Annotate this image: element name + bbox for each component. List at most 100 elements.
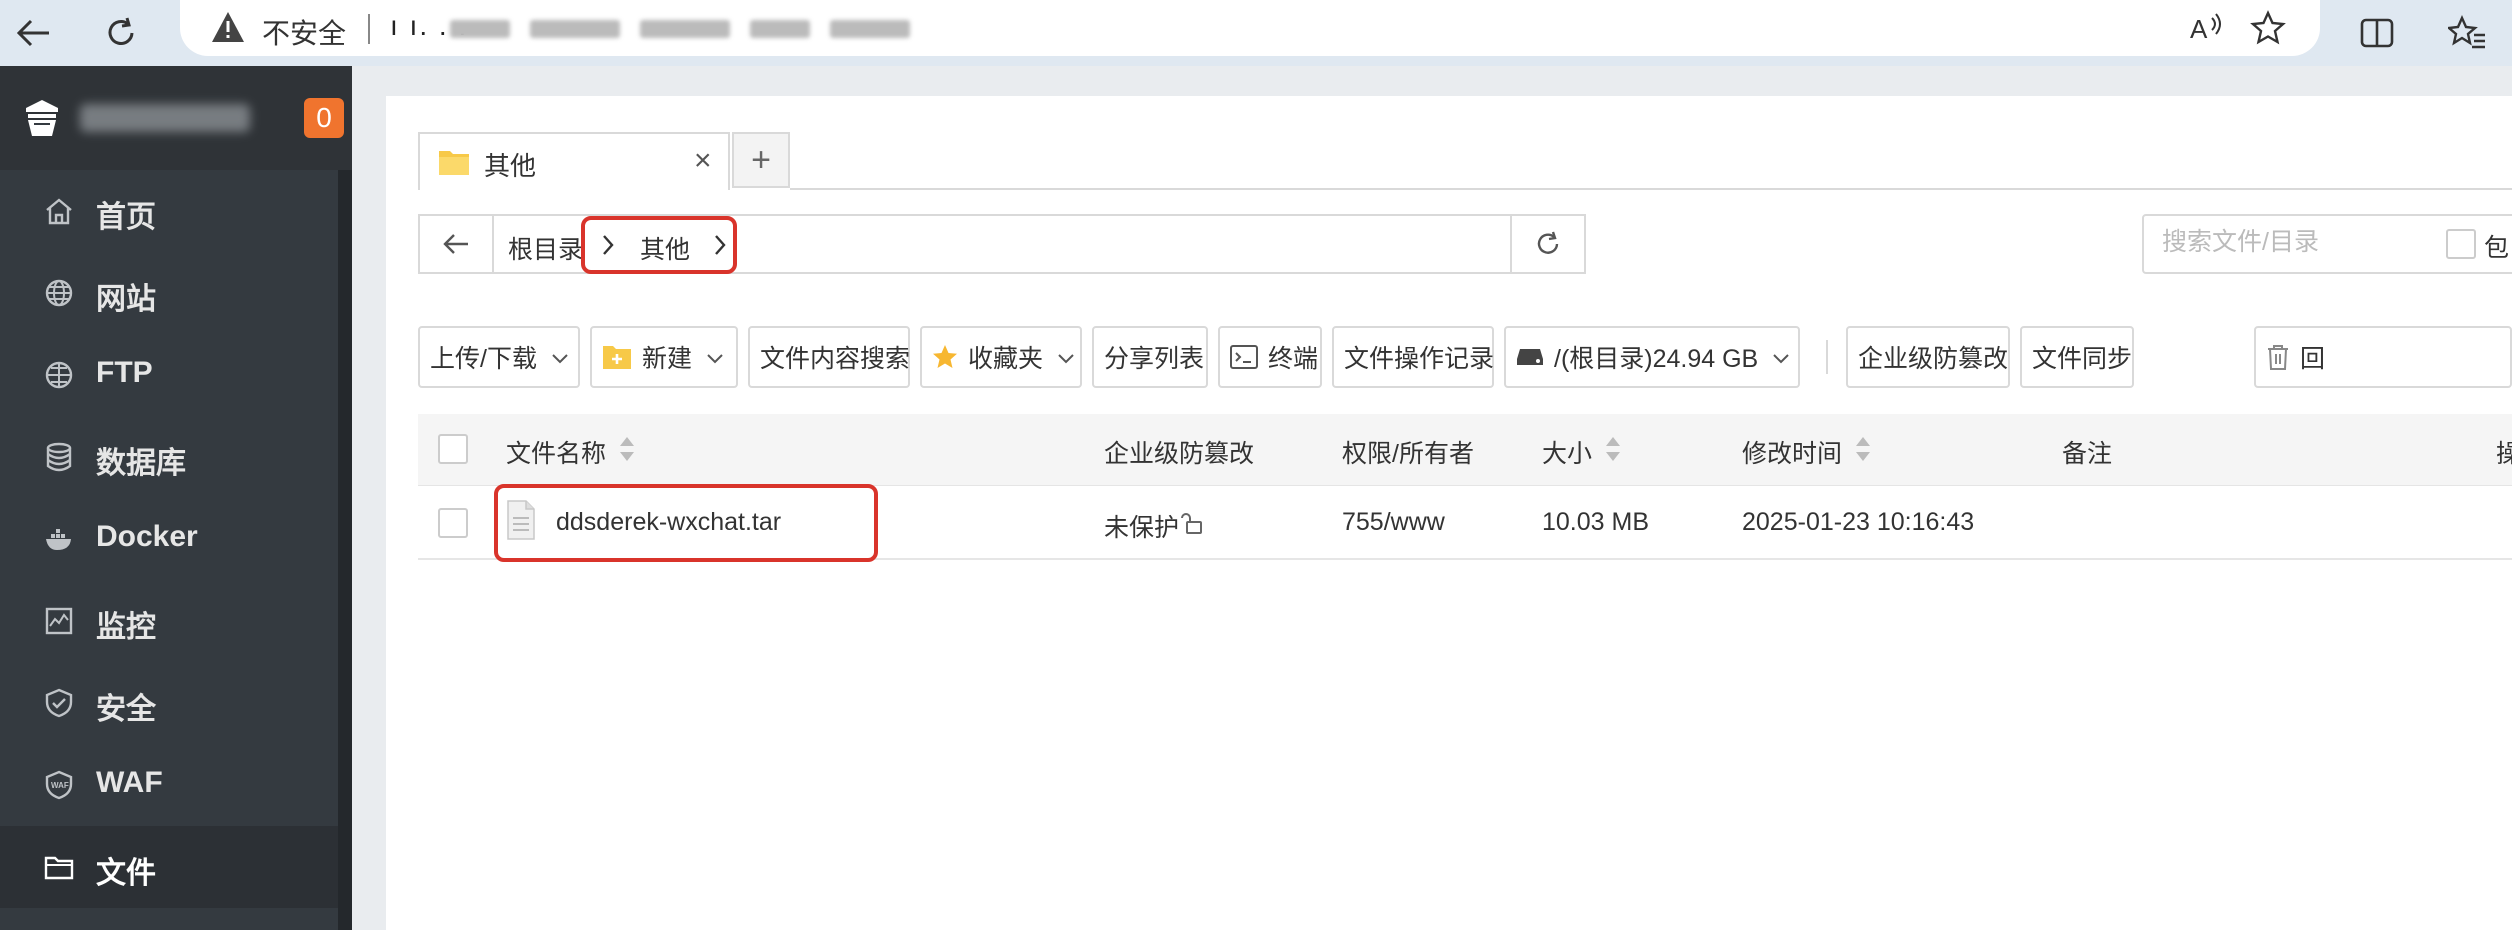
svg-text:WAF: WAF	[51, 781, 69, 790]
sidebar-item-waf[interactable]: WAF WAF	[0, 744, 338, 826]
search-input[interactable]	[2162, 228, 2462, 257]
header-label: 大小	[1542, 440, 1593, 468]
tab-label: 其他	[484, 151, 537, 181]
column-header-mtime[interactable]: 修改时间	[1742, 434, 1872, 470]
sort-icon[interactable]	[1604, 435, 1622, 470]
button-label: 终端	[1268, 345, 1319, 373]
url-redacted	[750, 20, 810, 38]
waf-icon: WAF	[44, 770, 74, 800]
path-highlight-annotation	[581, 216, 737, 274]
tab-divider	[790, 188, 2512, 190]
tamper-status-label: 未保护	[1104, 514, 1180, 542]
share-list-button[interactable]: 分享列表	[1092, 326, 1208, 388]
sidebar-item-docker[interactable]: Docker	[0, 498, 338, 580]
sidebar-item-label: 安全	[96, 693, 156, 726]
favorites-button[interactable]: 收藏夹	[920, 326, 1082, 388]
path-back-button[interactable]	[420, 216, 494, 272]
url-redacted	[450, 20, 510, 38]
tamper-status[interactable]: 未保护	[1104, 508, 1205, 544]
tamper-protect-button[interactable]: 企业级防篡改	[1846, 326, 2010, 388]
new-folder-icon	[602, 344, 632, 370]
sidebar-item-security[interactable]: 安全	[0, 662, 338, 744]
table-header: 文件名称 企业级防篡改 权限/所有者 大小 修改时间 备注 操	[418, 414, 2512, 486]
operation-log-button[interactable]: 文件操作记录	[1332, 326, 1494, 388]
column-header-note: 备注	[2062, 440, 2113, 468]
sidebar-item-label: WAF	[96, 766, 163, 799]
toolbar-separator	[1826, 340, 1828, 374]
reload-icon[interactable]	[96, 8, 146, 58]
refresh-button[interactable]	[1512, 214, 1586, 274]
split-screen-icon[interactable]	[2352, 8, 2402, 58]
shield-icon	[44, 688, 74, 718]
read-aloud-icon[interactable]: A	[2188, 10, 2224, 51]
star-icon	[932, 344, 958, 370]
sidebar-item-ftp[interactable]: FTP	[0, 334, 338, 416]
file-sync-button[interactable]: 文件同步	[2020, 326, 2134, 388]
url-redacted	[640, 20, 730, 38]
sidebar-item-label: 网站	[96, 283, 156, 316]
notification-badge[interactable]: 0	[304, 98, 344, 138]
add-tab-button[interactable]: +	[732, 132, 790, 188]
sidebar-item-label: 文件	[96, 857, 156, 890]
warning-icon	[210, 10, 246, 49]
sort-icon[interactable]	[618, 435, 636, 470]
sidebar-item-monitor[interactable]: 监控	[0, 580, 338, 662]
new-button[interactable]: 新建	[590, 326, 738, 388]
url-separator	[368, 14, 370, 44]
button-label: 分享列表	[1104, 345, 1205, 373]
file-highlight-annotation	[494, 484, 878, 562]
terminal-icon	[1230, 345, 1258, 369]
favorite-star-icon[interactable]	[2250, 10, 2286, 51]
upload-download-button[interactable]: 上传/下载	[418, 326, 580, 388]
database-icon	[44, 442, 74, 472]
button-label: 文件同步	[2032, 345, 2133, 373]
breadcrumb-root[interactable]: 根目录	[508, 230, 583, 266]
recycle-bin-button[interactable]: 回	[2254, 326, 2512, 388]
sidebar-item-label: 数据库	[96, 447, 186, 480]
chevron-down-icon	[1772, 343, 1790, 372]
unlock-icon	[1181, 511, 1205, 542]
content-search-button[interactable]: 文件内容搜索	[748, 326, 910, 388]
back-arrow-icon[interactable]	[8, 8, 58, 58]
home-icon	[44, 196, 74, 226]
button-label: 新建	[642, 345, 693, 373]
sidebar-item-label: Docker	[96, 520, 198, 553]
select-all-checkbox[interactable]	[438, 434, 468, 464]
button-label: 收藏夹	[968, 345, 1044, 373]
folder-icon	[438, 148, 470, 181]
insecure-label: 不安全	[262, 18, 347, 49]
sort-icon[interactable]	[1854, 435, 1872, 470]
globe-icon	[44, 278, 74, 308]
button-label: 企业级防篡改	[1858, 345, 2009, 373]
column-header-permission: 权限/所有者	[1342, 440, 1474, 468]
button-label: 文件内容搜索	[760, 345, 911, 373]
button-label: /(根目录)24.94 GB	[1554, 345, 1759, 373]
ftp-icon	[44, 360, 74, 390]
address-bar[interactable]: 不安全 ı ı. . . A	[180, 0, 2320, 56]
folder-icon	[44, 852, 74, 882]
column-header-size[interactable]: 大小	[1542, 434, 1622, 470]
sidebar-item-files[interactable]: 文件	[0, 826, 338, 908]
sidebar-item-website[interactable]: 网站	[0, 252, 338, 334]
file-size: 10.03 MB	[1542, 508, 1650, 536]
sidebar-item-database[interactable]: 数据库	[0, 416, 338, 498]
terminal-button[interactable]: 终端	[1218, 326, 1322, 388]
sidebar-item-home[interactable]: 首页	[0, 170, 338, 252]
disk-select-button[interactable]: /(根目录)24.94 GB	[1504, 326, 1800, 388]
button-label: 回	[2300, 345, 2326, 373]
browser-toolbar: 不安全 ı ı. . . A	[0, 0, 2512, 66]
include-subdir-checkbox[interactable]	[2446, 229, 2476, 259]
column-header-name[interactable]: 文件名称	[506, 434, 636, 470]
row-checkbox[interactable]	[438, 508, 468, 538]
file-permission[interactable]: 755/www	[1342, 508, 1445, 537]
logo-icon	[22, 98, 62, 143]
brand-name-redacted	[80, 104, 250, 132]
sidebar-scrollbar-thumb[interactable]	[338, 170, 352, 930]
include-subdir-label: 包	[2484, 234, 2510, 262]
url-redacted	[830, 20, 910, 38]
tab-other[interactable]: 其他 ×	[418, 132, 730, 190]
favorites-list-icon[interactable]	[2442, 8, 2492, 58]
docker-icon	[44, 524, 74, 554]
button-label: 文件操作记录	[1344, 345, 1495, 373]
tab-close-icon[interactable]: ×	[694, 146, 712, 176]
